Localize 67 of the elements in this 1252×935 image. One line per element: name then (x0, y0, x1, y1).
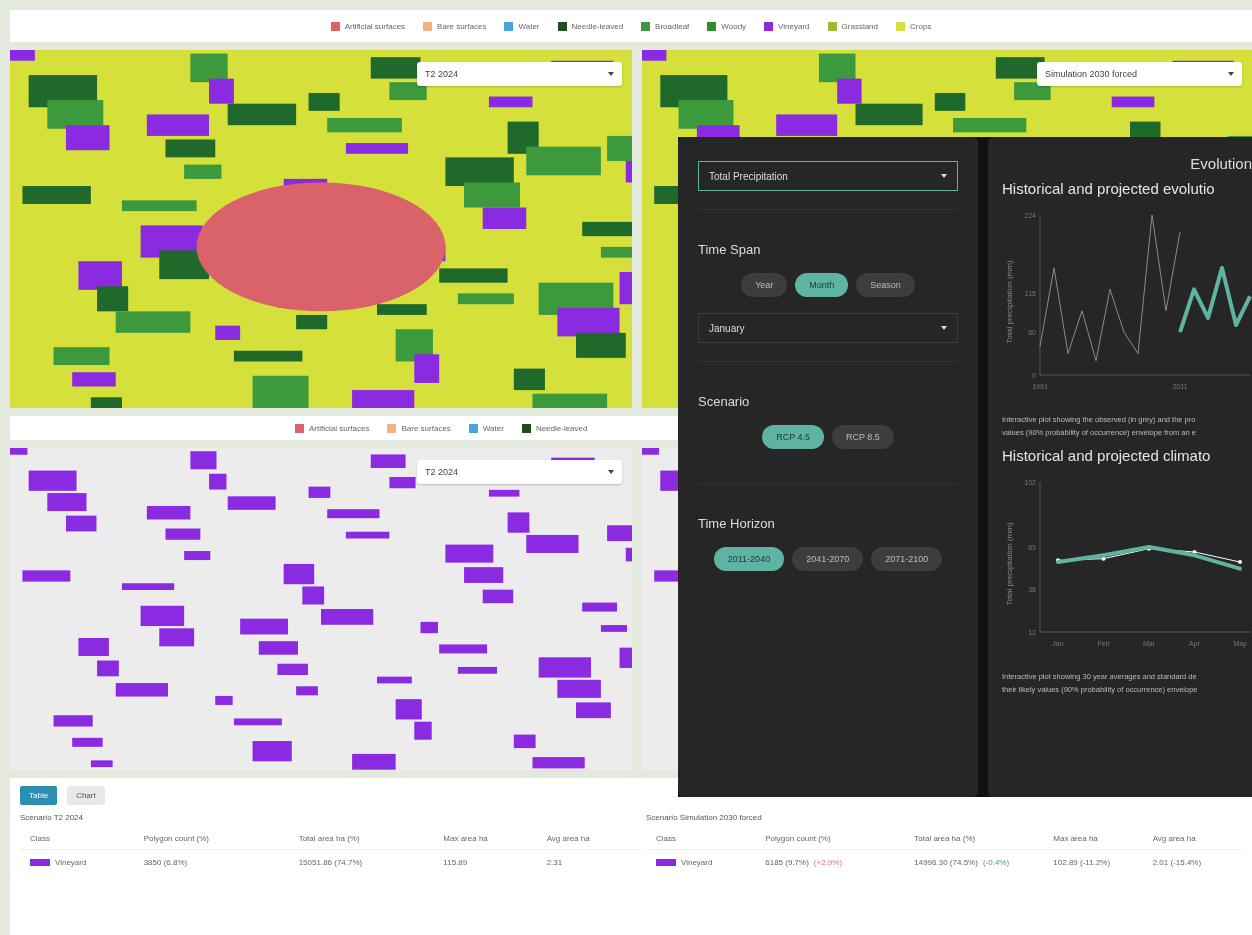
column-header: Polygon count (%) (133, 828, 289, 850)
column-header: Class (20, 828, 134, 850)
option-pill[interactable]: 2071-2100 (871, 547, 943, 571)
section-title: Time Horizon (698, 516, 776, 531)
legend-label: Grassland (841, 21, 878, 31)
option-pill[interactable]: RCP 8.5 (832, 425, 894, 449)
change-value: (+2.9%) (813, 858, 843, 867)
cell-value: 3850 (6.8%) (143, 858, 188, 867)
option-pill[interactable]: Year (741, 273, 788, 297)
chart-heading: Historical and projected climato (1002, 447, 1212, 464)
view-toggle[interactable]: Table (20, 786, 58, 805)
legend-label: Needle-leaved (571, 21, 624, 31)
panel-title: Evolution (1189, 155, 1252, 172)
change-value: (-0.4%) (982, 858, 1010, 867)
cell-value: 115.89 (443, 858, 468, 867)
option-pill[interactable]: RCP 4.5 (762, 425, 824, 449)
cell-value: 6185 (9.7%) (765, 858, 809, 867)
legend-label: Crops (910, 21, 932, 31)
column-header: Max area ha (433, 828, 537, 850)
legend-label: Artificial surfaces (344, 21, 406, 31)
column-header: Polygon count (%) (755, 828, 905, 850)
variable-select[interactable]: Total Precipitation (698, 161, 958, 191)
cell-value: 15051.86 (74.7%) (298, 858, 363, 867)
data-point (1238, 560, 1242, 564)
legend-label: Broadleaf (655, 21, 690, 31)
column-header: Total area ha (%) (904, 828, 1044, 850)
axis-title: Total precipitation (mm) (1005, 522, 1014, 606)
map-select[interactable]: Simulation 2030 forced (1037, 62, 1242, 86)
legend-label: Needle-leaved (535, 423, 588, 433)
cell-value: 2.31 (546, 858, 563, 867)
data-point (1238, 566, 1242, 571)
month-select[interactable]: January (698, 313, 958, 343)
caret-icon (608, 72, 614, 76)
map-select[interactable]: T2 2024 (417, 460, 622, 484)
view-toggle[interactable]: Chart (67, 786, 105, 805)
legend-label: Bare surfaces (401, 423, 451, 433)
legend-label: Vineyard (778, 21, 810, 31)
column-header: Max area ha (1043, 828, 1143, 850)
legend-label: Water (518, 21, 540, 31)
axis-title: Total precipitation (mm) (1005, 260, 1014, 344)
cell-value: Vineyard (681, 858, 713, 867)
section-title: Time Span (698, 242, 762, 257)
legend-label: Bare surfaces (437, 21, 487, 31)
caret-icon (941, 326, 947, 330)
table-title: Scenario T2 2024 (20, 813, 84, 822)
cell-value: Vineyard (55, 858, 87, 867)
option-pill[interactable]: 2011-2040 (713, 547, 785, 571)
legend-label: Water (482, 423, 504, 433)
column-header: Total area ha (%) (288, 828, 434, 850)
section-title: Scenario (698, 394, 751, 409)
caret-icon (941, 174, 947, 178)
legend-label: Woody (721, 21, 747, 31)
table-title: Scenario Simulation 2030 forced (646, 813, 763, 822)
option-pill[interactable]: 2041-2070 (792, 547, 864, 571)
caret-icon (608, 470, 614, 474)
legend-label: Artificial surfaces (309, 423, 370, 433)
caret-icon (1228, 72, 1234, 76)
chart-heading: Historical and projected evolutio (1002, 180, 1216, 197)
cell-value: 2.01 (-15.4%) (1152, 858, 1202, 867)
column-header: Class (646, 828, 756, 850)
map-select[interactable]: T2 2024 (417, 62, 622, 86)
cell-value: 102.89 (-11.2%) (1053, 858, 1111, 867)
option-pill[interactable]: Season (856, 273, 915, 297)
column-header: Avg area ha (1142, 828, 1242, 850)
column-header: Avg area ha (536, 828, 640, 850)
option-pill[interactable]: Month (795, 273, 849, 297)
cell-value: 14996.30 (74.5%) (914, 858, 978, 867)
